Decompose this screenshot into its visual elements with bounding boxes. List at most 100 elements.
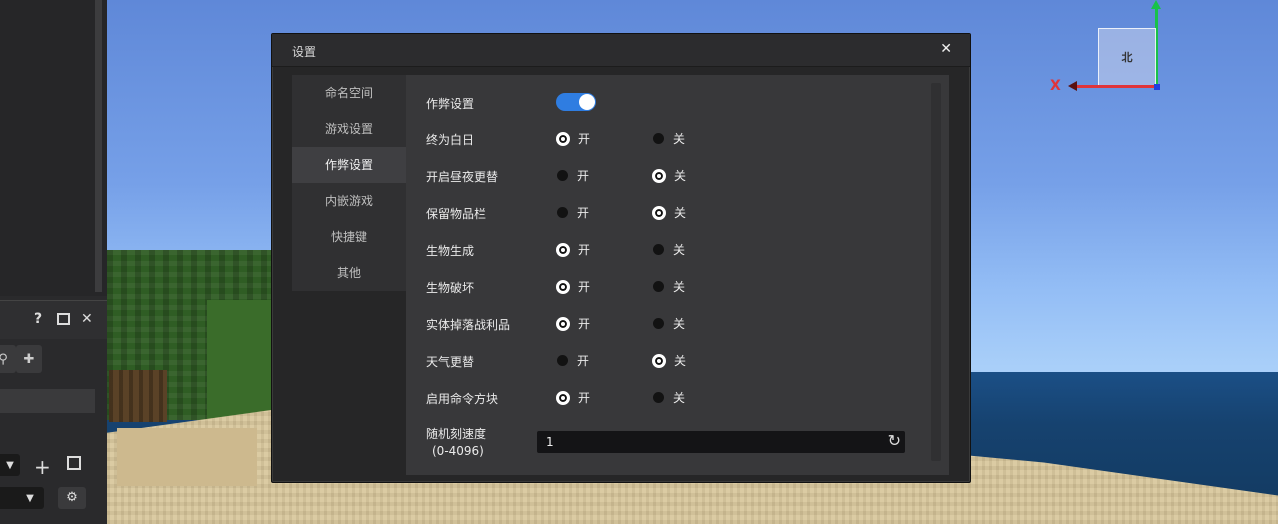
setting-row: 生物破坏 开 关 xyxy=(426,277,946,297)
tree-trunk xyxy=(109,370,167,422)
left-panel-field[interactable] xyxy=(0,389,95,413)
tick-speed-input[interactable]: 1 ↻ xyxy=(537,431,905,453)
orientation-gizmo[interactable]: 北 X xyxy=(1040,0,1170,100)
tick-speed-value[interactable]: 1 xyxy=(546,435,554,449)
radio-button-icon[interactable] xyxy=(652,168,666,183)
radio-button-icon[interactable] xyxy=(556,131,570,146)
north-cube[interactable]: 北 xyxy=(1098,28,1156,86)
left-panel-toolbar: ? ✕ xyxy=(0,300,107,339)
puzzle-icon[interactable]: ✚ xyxy=(16,345,42,373)
radio-option-label: 关 xyxy=(673,243,686,257)
cheats-toggle-row: 作弊设置 xyxy=(426,93,946,113)
radio-button-icon[interactable] xyxy=(556,390,570,405)
sidebar-item-game-settings[interactable]: 游戏设置 xyxy=(292,111,406,147)
radio-option-label: 开 xyxy=(578,243,591,257)
radio-button-icon[interactable] xyxy=(557,170,568,181)
radio-button-icon[interactable] xyxy=(557,207,568,218)
dropdown-select[interactable]: ▼ xyxy=(0,487,44,509)
radio-button-icon[interactable] xyxy=(556,316,570,331)
dropdown-chevron-icon[interactable]: ▼ xyxy=(0,454,20,476)
radio-option-off[interactable]: 关 xyxy=(652,315,685,332)
radio-button-icon[interactable] xyxy=(652,353,666,368)
radio-option-off[interactable]: 关 xyxy=(652,241,685,258)
radio-option-off[interactable]: 关 xyxy=(652,389,685,406)
sidebar-item-cheats[interactable]: 作弊设置 xyxy=(292,147,406,183)
setting-row: 终为白日 开 关 xyxy=(426,129,946,149)
radio-option-on[interactable]: 开 xyxy=(556,167,589,184)
close-icon[interactable]: ✕ xyxy=(940,41,952,57)
maximize-icon[interactable] xyxy=(57,313,70,325)
setting-label: 天气更替 xyxy=(426,355,475,369)
radio-button-icon[interactable] xyxy=(556,279,570,294)
sand-block xyxy=(117,428,257,486)
cheats-toggle-label: 作弊设置 xyxy=(426,97,475,111)
radio-button-icon[interactable] xyxy=(653,318,664,329)
radio-option-label: 开 xyxy=(578,391,591,405)
z-axis xyxy=(1154,84,1160,90)
cheats-settings-panel: 作弊设置 终为白日开关开启昼夜更替开关保留物品栏开关生物生成开关生物破坏开关实体… xyxy=(406,75,949,475)
toggle-knob xyxy=(579,94,595,110)
radio-option-label: 开 xyxy=(578,280,591,294)
setting-label: 启用命令方块 xyxy=(426,392,499,406)
radio-option-off[interactable]: 关 xyxy=(652,352,686,369)
tick-speed-range: (0-4096) xyxy=(432,444,484,458)
radio-option-label: 关 xyxy=(673,391,686,405)
radio-option-on[interactable]: 开 xyxy=(556,130,590,147)
radio-option-on[interactable]: 开 xyxy=(556,278,590,295)
radio-option-label: 关 xyxy=(674,169,687,183)
setting-label: 开启昼夜更替 xyxy=(426,170,499,184)
setting-row: 启用命令方块 开 关 xyxy=(426,388,946,408)
edit-icon[interactable] xyxy=(67,456,81,470)
radio-option-label: 开 xyxy=(578,317,591,331)
radio-button-icon[interactable] xyxy=(557,355,568,366)
radio-option-label: 开 xyxy=(577,206,590,220)
radio-option-label: 关 xyxy=(674,354,687,368)
refresh-icon[interactable]: ↻ xyxy=(888,431,901,450)
radio-option-label: 开 xyxy=(577,169,590,183)
x-axis-label: X xyxy=(1050,78,1061,94)
radio-option-label: 开 xyxy=(578,132,591,146)
radio-button-icon[interactable] xyxy=(652,205,666,220)
cheats-toggle-switch[interactable] xyxy=(556,93,596,111)
sidebar-item-embedded-game[interactable]: 内嵌游戏 xyxy=(292,183,406,219)
radio-button-icon[interactable] xyxy=(653,392,664,403)
radio-button-icon[interactable] xyxy=(653,133,664,144)
left-panel-scrollbar[interactable] xyxy=(95,0,102,292)
setting-label: 实体掉落战利品 xyxy=(426,318,511,332)
help-button[interactable]: ? xyxy=(34,311,42,327)
sidebar-item-shortcuts[interactable]: 快捷键 xyxy=(292,219,406,255)
radio-option-off[interactable]: 关 xyxy=(652,278,685,295)
radio-option-on[interactable]: 开 xyxy=(556,352,589,369)
tick-speed-title: 随机刻速度 xyxy=(426,427,487,441)
radio-option-on[interactable]: 开 xyxy=(556,315,590,332)
x-axis xyxy=(1072,85,1158,88)
radio-option-off[interactable]: 关 xyxy=(652,130,685,147)
settings-dialog: 设置 ✕ 命名空间 游戏设置 作弊设置 内嵌游戏 快捷键 其他 作弊设置 终为白… xyxy=(271,33,971,483)
tick-speed-label: 随机刻速度 (0-4096) xyxy=(426,426,486,460)
setting-label: 生物破坏 xyxy=(426,281,475,295)
radio-button-icon[interactable] xyxy=(653,281,664,292)
sidebar-item-other[interactable]: 其他 xyxy=(292,255,406,291)
settings-sidebar: 命名空间 游戏设置 作弊设置 内嵌游戏 快捷键 其他 xyxy=(292,75,406,291)
setting-row: 保留物品栏 开 关 xyxy=(426,203,946,223)
radio-button-icon[interactable] xyxy=(653,244,664,255)
radio-option-label: 关 xyxy=(673,132,686,146)
close-panel-button[interactable]: ✕ xyxy=(81,311,93,327)
radio-option-on[interactable]: 开 xyxy=(556,389,590,406)
radio-option-on[interactable]: 开 xyxy=(556,241,590,258)
add-icon[interactable]: + xyxy=(34,455,51,479)
radio-option-off[interactable]: 关 xyxy=(652,167,686,184)
tree-leaves-lower xyxy=(207,300,277,420)
sidebar-item-namespace[interactable]: 命名空间 xyxy=(292,75,406,111)
radio-option-label: 关 xyxy=(674,206,687,220)
north-label: 北 xyxy=(1121,51,1133,64)
settings-gear-icon[interactable]: ⚙ xyxy=(58,487,86,509)
tool-icon-a[interactable]: ⚲ xyxy=(0,345,16,373)
setting-row: 开启昼夜更替 开 关 xyxy=(426,166,946,186)
radio-option-off[interactable]: 关 xyxy=(652,204,686,221)
radio-option-on[interactable]: 开 xyxy=(556,204,589,221)
dialog-title: 设置 xyxy=(292,45,317,59)
y-axis-arrow-icon xyxy=(1151,0,1161,9)
setting-label: 生物生成 xyxy=(426,244,475,258)
radio-button-icon[interactable] xyxy=(556,242,570,257)
